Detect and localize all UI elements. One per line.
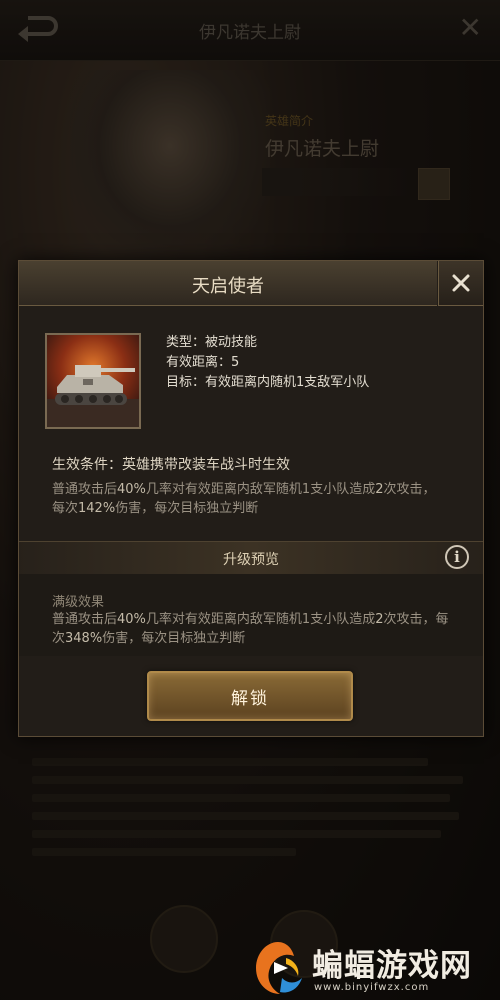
full-level-title: 满级效果 xyxy=(52,595,105,610)
skill-type: 类型：被动技能 xyxy=(166,335,258,350)
bat-logo-icon xyxy=(256,942,302,994)
info-icon[interactable]: i xyxy=(445,545,469,569)
desc-text: 普通攻击后 xyxy=(52,612,118,627)
desc-text: 几率对有效距离内敌军随机1支小队造成 xyxy=(145,612,376,627)
desc-text: 伤害，每次目标独立判断 xyxy=(115,501,259,516)
unlock-button[interactable]: 解锁 xyxy=(147,671,353,721)
desc-value: 40% xyxy=(117,482,146,497)
full-level-description: 普通攻击后40%几率对有效距离内敌军随机1支小队造成2次攻击，每次348%伤害，… xyxy=(52,610,452,648)
dialog-title: 天启使者 xyxy=(192,276,264,297)
dialog-header: 天启使者 xyxy=(19,261,437,306)
desc-value: 348% xyxy=(65,631,103,646)
upgrade-preview-title: 升级预览 xyxy=(223,552,279,568)
effect-condition: 生效条件：英雄携带改装车战斗时生效 xyxy=(52,457,290,473)
unlock-label: 解锁 xyxy=(231,688,269,709)
skill-target: 目标：有效距离内随机1支敌军小队 xyxy=(166,375,370,390)
desc-text: 普通攻击后 xyxy=(52,482,118,497)
close-button[interactable] xyxy=(438,261,483,306)
tank-illustration xyxy=(47,335,139,427)
skill-description: 普通攻击后40%几率对有效距离内敌军随机1支小队造成2次攻击，每次142%伤害，… xyxy=(52,480,442,518)
tank-skill-icon xyxy=(45,333,141,429)
close-icon xyxy=(452,274,470,292)
skill-info: 类型：被动技能 有效距离：5 目标：有效距离内随机1支敌军小队 xyxy=(166,333,369,393)
upgrade-preview-bar: 升级预览 i xyxy=(19,541,483,575)
watermark-text: 蝙蝠游戏网 xyxy=(312,948,472,984)
desc-value: 40% xyxy=(117,612,146,627)
desc-value: 142% xyxy=(78,501,116,516)
desc-text: 伤害，每次目标独立判断 xyxy=(102,631,246,646)
watermark-url: www.binyifwzx.com xyxy=(314,982,430,993)
desc-text: 几率对有效距离内敌军随机1支小队造成 xyxy=(145,482,376,497)
skill-range: 有效距离：5 xyxy=(166,355,240,370)
skill-dialog: 天启使者 类型：被动技能 有效距离：5 目标：有效距离内随机1支敌军小队 生效条… xyxy=(18,260,484,737)
watermark: 蝙蝠游戏网 www.binyifwzx.com xyxy=(248,938,498,1000)
